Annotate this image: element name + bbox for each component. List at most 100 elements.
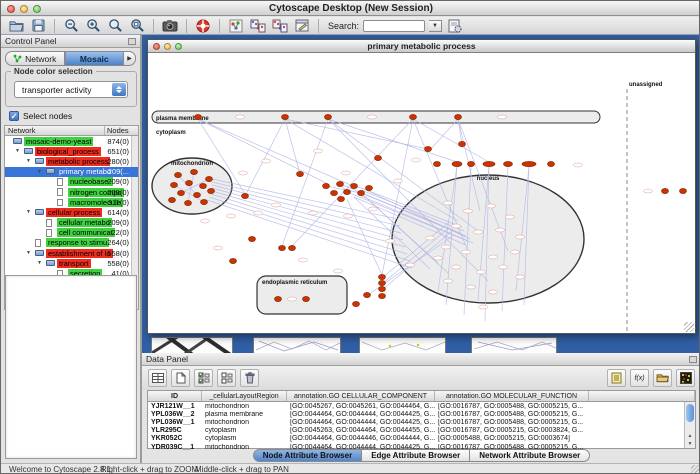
network-node[interactable]: [195, 114, 202, 119]
network-node[interactable]: [379, 280, 386, 285]
tree-row[interactable]: nitrogen compo209(0): [5, 187, 138, 197]
network-window-titlebar[interactable]: primary metabolic process: [148, 40, 695, 53]
network-node[interactable]: [425, 146, 432, 151]
table-cell[interactable]: mitochondrion: [202, 419, 287, 426]
window-resize-grip[interactable]: [684, 322, 694, 332]
table-cell[interactable]: YPL036W__2: [148, 411, 202, 418]
table-row[interactable]: YLR295Ccytoplasm[GO:0045263, GO:0044464,…: [148, 427, 695, 435]
network-node[interactable]: [366, 185, 373, 190]
scrollbar-thumb[interactable]: [686, 404, 694, 422]
table-cell[interactable]: [GO:0005488, GO:0005215, GO:0003674]: [435, 435, 589, 442]
table-cell[interactable]: YJR121W__1: [148, 403, 202, 410]
table-row[interactable]: YPL036W__1mitochondrion[GO:0044464, GO:0…: [148, 418, 695, 426]
network-edge[interactable]: [285, 119, 458, 221]
network-node[interactable]: [379, 274, 386, 279]
network-node[interactable]: [379, 286, 386, 291]
search-dropdown-button[interactable]: ▼: [429, 20, 442, 32]
network-node[interactable]: [275, 296, 282, 301]
tree-row[interactable]: cell communicat22(0): [5, 228, 138, 238]
birdseye-view[interactable]: [5, 275, 137, 459]
table-cell[interactable]: [GO:0044464, GO:0044444, GO:0044425, G..…: [287, 419, 435, 426]
tree-row[interactable]: cellular metabo209(0): [5, 218, 138, 228]
title-bar[interactable]: Cytoscape Desktop (New Session): [1, 1, 700, 16]
expander-icon[interactable]: ▼: [37, 169, 42, 175]
tree-row[interactable]: nucleobase-209(0): [5, 177, 138, 187]
expander-icon[interactable]: ▼: [37, 260, 42, 266]
tree-row[interactable]: macromolecule311(0): [5, 197, 138, 207]
network-node[interactable]: [230, 258, 237, 263]
zoom-fit-icon[interactable]: [106, 18, 124, 34]
tree-row-label[interactable]: nucleobase-: [68, 177, 113, 186]
network-edge[interactable]: [245, 119, 285, 196]
network-node[interactable]: [351, 183, 358, 188]
network-node[interactable]: [410, 114, 417, 119]
network-node[interactable]: [208, 188, 215, 193]
app-resize-grip[interactable]: [691, 465, 700, 474]
tree-row[interactable]: ▼biological_process651(0): [5, 146, 138, 156]
network-node[interactable]: [171, 182, 178, 187]
network-node[interactable]: [337, 181, 344, 186]
tree-row[interactable]: ▼metabolic process280(0): [5, 156, 138, 166]
network-node[interactable]: [191, 169, 198, 174]
network-node[interactable]: [338, 196, 345, 201]
network-node[interactable]: [325, 114, 332, 119]
matrix-icon[interactable]: [676, 369, 695, 387]
network-node[interactable]: [194, 192, 201, 197]
function-icon[interactable]: f(x): [630, 369, 649, 387]
open-icon[interactable]: [7, 18, 25, 34]
column-header[interactable]: annotation.GO MOLECULAR_FUNCTION: [435, 391, 589, 401]
tree-row-label[interactable]: biological_process: [35, 147, 101, 156]
table-cell[interactable]: plasma membrane: [202, 411, 287, 418]
network-node[interactable]: [353, 301, 360, 306]
table-row[interactable]: YJR121W__1mitochondrion[GO:0045267, GO:0…: [148, 402, 695, 410]
scroll-down-icon[interactable]: ▼: [685, 440, 695, 448]
delete-attribute-icon[interactable]: [240, 369, 259, 387]
table-cell[interactable]: [GO:0044464, GO:0044446, GO:0044444, G..…: [287, 435, 435, 442]
table-row[interactable]: YPL036W__2plasma membrane[GO:0044464, GO…: [148, 410, 695, 418]
network-node[interactable]: [186, 180, 193, 185]
network-node[interactable]: [242, 193, 249, 198]
tree-row-label[interactable]: cell communicat: [57, 228, 115, 237]
table-cell[interactable]: mitochondrion: [202, 403, 287, 410]
tab-node-attribute-browser[interactable]: Node Attribute Browser: [253, 449, 363, 462]
tree-column-nodes[interactable]: Nodes: [105, 126, 138, 135]
network-node[interactable]: [249, 236, 256, 241]
network-node[interactable]: [358, 190, 365, 195]
network-node[interactable]: [282, 114, 289, 119]
tree-column-network[interactable]: Network: [5, 126, 105, 135]
network-node[interactable]: [289, 245, 296, 250]
expander-icon[interactable]: ▼: [15, 148, 20, 154]
background-window[interactable]: [359, 337, 446, 353]
network-node[interactable]: [279, 245, 286, 250]
tree-row[interactable]: mosaic-demo-yeast874(0): [5, 136, 138, 146]
notes-icon[interactable]: [607, 369, 626, 387]
network-node[interactable]: [206, 176, 213, 181]
network-canvas[interactable]: plasma membranecytoplasmmitochondrionnuc…: [148, 53, 695, 333]
tab-edge-attribute-browser[interactable]: Edge Attribute Browser: [362, 449, 470, 462]
scroll-up-icon[interactable]: ▲: [685, 432, 695, 440]
network-node[interactable]: [200, 183, 207, 188]
network-node[interactable]: [662, 188, 669, 193]
network-edge[interactable]: [430, 119, 458, 150]
table-cell[interactable]: YPL036W__1: [148, 419, 202, 426]
tree-row-label[interactable]: transport: [57, 259, 91, 268]
tab-network-attribute-browser[interactable]: Network Attribute Browser: [470, 449, 590, 462]
background-window[interactable]: [151, 337, 233, 353]
select-nodes-checkbox[interactable]: ✓: [9, 111, 19, 121]
zoom-out-icon[interactable]: [62, 18, 80, 34]
expander-icon[interactable]: ▼: [26, 158, 31, 164]
network-edge[interactable]: [285, 119, 300, 174]
network-node[interactable]: [379, 293, 386, 298]
tree-row-label[interactable]: primary metabo: [57, 167, 113, 176]
tab-network[interactable]: Network: [5, 51, 65, 66]
grid-icon[interactable]: [148, 369, 167, 387]
tree-row[interactable]: ▼cellular process614(0): [5, 207, 138, 217]
new-attribute-icon[interactable]: [171, 369, 190, 387]
annotation-icon[interactable]: [293, 18, 311, 34]
background-window[interactable]: [471, 337, 557, 353]
float-panel-icon[interactable]: [689, 356, 697, 363]
table-cell[interactable]: [GO:0045267, GO:0045261, GO:0044464, G..…: [287, 403, 435, 410]
tree-row-label[interactable]: mosaic-demo-yeast: [24, 137, 93, 146]
column-header[interactable]: annotation.GO CELLULAR_COMPONENT: [287, 391, 435, 401]
network-node[interactable]: [504, 161, 513, 166]
